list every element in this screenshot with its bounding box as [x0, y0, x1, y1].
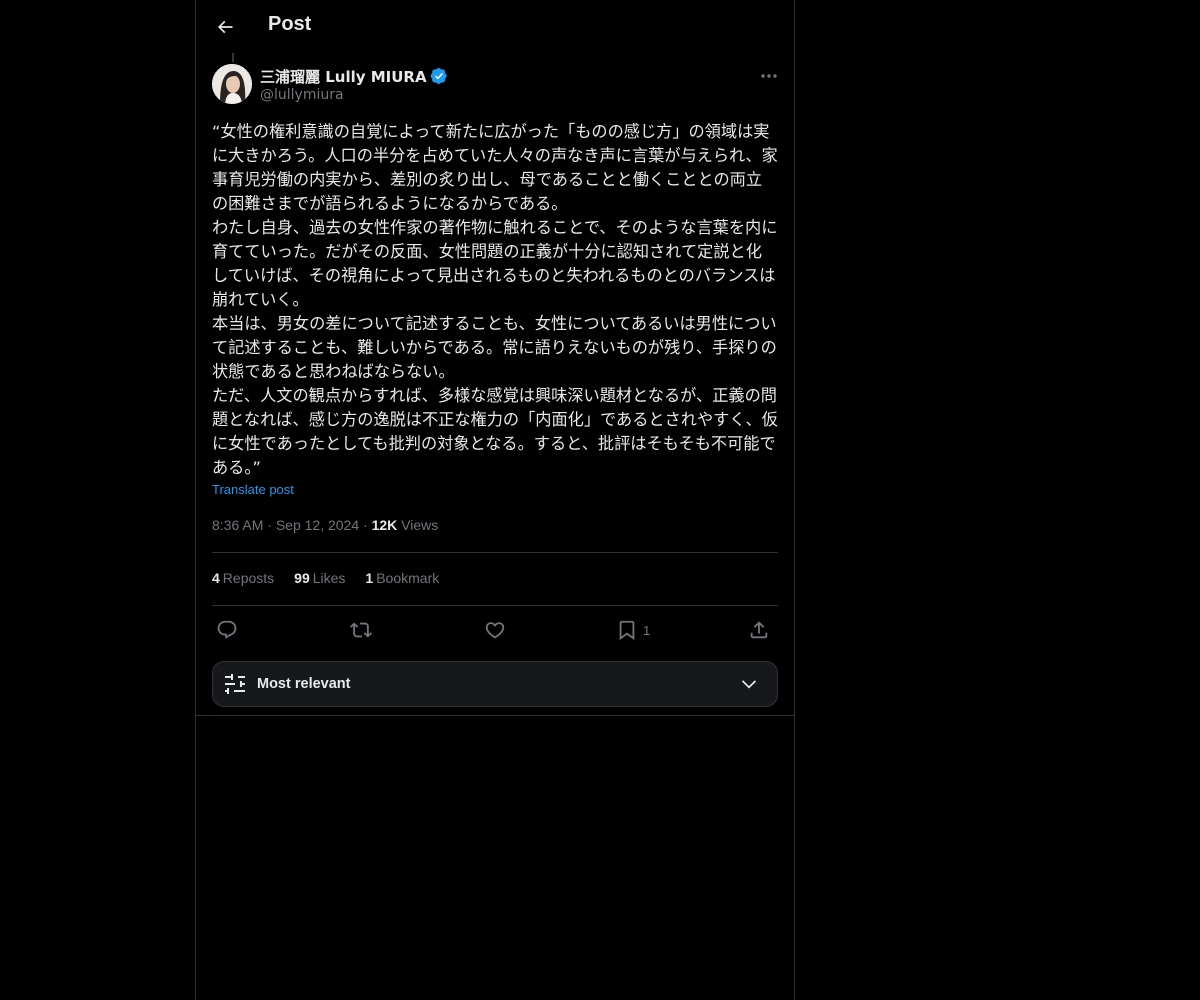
likes-label: Likes: [312, 570, 346, 586]
author-handle[interactable]: @lullymiura: [260, 87, 448, 103]
post-paragraph: “女性の権利意識の自覚によって新たに広がった「ものの感じ方」の領域は実に大きかろ…: [212, 122, 778, 213]
chevron-down-icon: [741, 680, 757, 689]
post-paragraph: 本当は、男女の差について記述することも、女性についてあるいは男性について記述する…: [212, 314, 777, 381]
back-button[interactable]: [208, 10, 242, 44]
author-info: 三浦瑠麗 Lully MIURA @lullymiura: [260, 66, 448, 106]
bookmarks-label: Bookmark: [376, 570, 440, 586]
page-title: Post: [268, 13, 312, 35]
bookmarks-stat[interactable]: 1 Bookmark: [365, 570, 439, 586]
reposts-stat[interactable]: 4 Reposts: [212, 570, 274, 586]
more-icon: [761, 74, 777, 78]
engagement-stats: 4 Reposts 99 Likes 1 Bookmark: [212, 570, 439, 586]
like-button[interactable]: [484, 612, 506, 648]
translate-post-link[interactable]: Translate post: [212, 482, 294, 497]
views-label: Views: [401, 517, 439, 533]
post-text: “女性の権利意識の自覚によって新たに広がった「ものの感じ方」の領域は実に大きかろ…: [212, 120, 778, 480]
post-paragraph: わたし自身、過去の女性作家の著作物に触れることで、そのような言葉を内に育てていっ…: [212, 218, 778, 309]
sort-label: Most relevant: [257, 676, 351, 692]
bookmark-button[interactable]: 1: [616, 612, 650, 648]
views-count: 12K: [371, 517, 398, 533]
post-metadata: 8:36 AM · Sep 12, 2024 · 12K Views: [212, 517, 438, 533]
avatar-photo: [212, 64, 252, 104]
reply-button[interactable]: [216, 612, 238, 648]
section-divider: [196, 715, 794, 716]
share-icon: [750, 621, 768, 639]
bookmarks-count: 1: [365, 570, 374, 586]
post-date[interactable]: Sep 12, 2024: [276, 517, 359, 533]
reposts-label: Reposts: [222, 570, 275, 586]
reply-icon: [217, 620, 237, 639]
more-options-button[interactable]: [758, 66, 780, 86]
divider: [212, 605, 778, 606]
sort-sliders-icon: [225, 674, 245, 694]
bookmark-icon: [619, 620, 635, 641]
meta-separator: ·: [267, 517, 272, 533]
meta-separator: ·: [363, 517, 368, 533]
bookmark-count: 1: [643, 622, 651, 638]
thread-connector-line: [232, 53, 234, 62]
like-icon: [485, 622, 505, 639]
repost-button[interactable]: [350, 612, 372, 648]
post-column: Post 三浦瑠麗 Lully MIURA @lullymiura “女性の権利…: [195, 0, 795, 1000]
verified-badge-icon[interactable]: [430, 67, 448, 85]
page-header: Post: [196, 0, 794, 53]
author-name[interactable]: 三浦瑠麗 Lully MIURA: [260, 66, 427, 87]
likes-stat[interactable]: 99 Likes: [294, 570, 345, 586]
action-bar: 1: [212, 612, 778, 648]
divider: [212, 552, 778, 553]
share-button[interactable]: [748, 612, 770, 648]
avatar[interactable]: [212, 64, 252, 104]
reposts-count: 4: [212, 570, 220, 586]
back-arrow-icon: [217, 20, 233, 34]
sort-replies-dropdown[interactable]: Most relevant: [212, 661, 778, 707]
likes-count: 99: [294, 570, 310, 586]
repost-icon: [350, 622, 372, 638]
post-paragraph: ただ、人文の観点からすれば、多様な感覚は興味深い題材となるが、正義の問題となれば…: [212, 386, 778, 477]
post-time[interactable]: 8:36 AM: [212, 517, 263, 533]
